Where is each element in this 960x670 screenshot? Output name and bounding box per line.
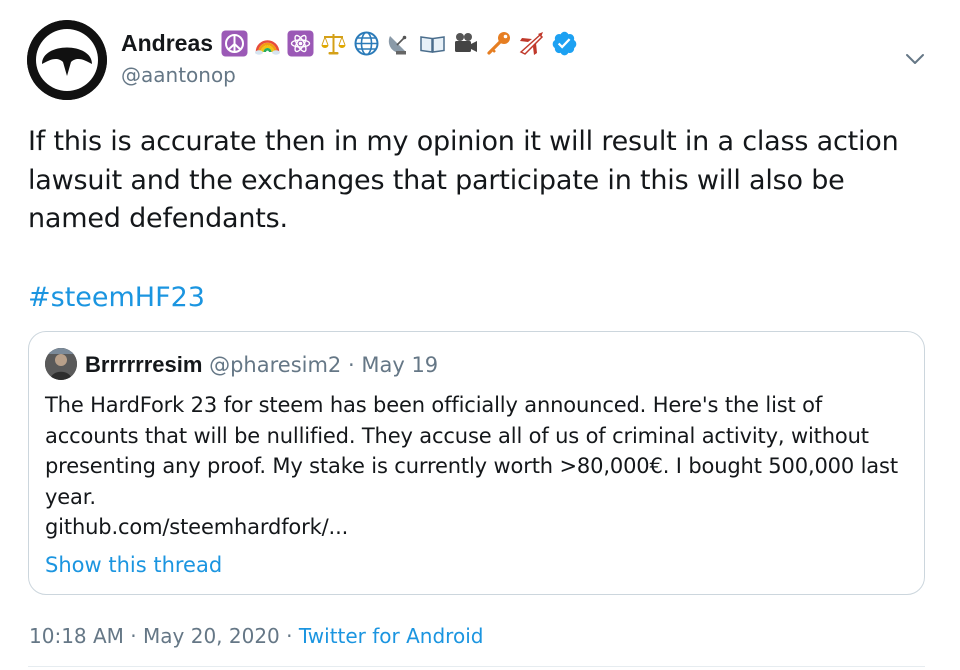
quoted-tweet-header: Brrrrrresim @pharesim2 · May 19 bbox=[85, 350, 438, 380]
globe-icon bbox=[353, 30, 380, 57]
verified-badge-icon bbox=[551, 30, 578, 57]
tweet-meta: 10:18 AM · May 20, 2020 · Twitter for An… bbox=[29, 621, 483, 651]
tweet-date[interactable]: May 20, 2020 bbox=[143, 624, 280, 648]
tweet: Andreas @aantonop If this is accurate th… bbox=[0, 0, 960, 670]
movie-camera-icon bbox=[452, 30, 479, 57]
quoted-date[interactable]: May 19 bbox=[361, 353, 438, 377]
show-thread-link[interactable]: Show this thread bbox=[45, 550, 222, 580]
tweet-source-link[interactable]: Twitter for Android bbox=[299, 624, 484, 648]
airplane-icon bbox=[518, 30, 545, 57]
balance-scale-icon bbox=[320, 30, 347, 57]
quoted-text-line: year. bbox=[45, 484, 96, 509]
quoted-text-line: accounts that will be nullified. They ac… bbox=[45, 423, 869, 448]
quoted-text-line: The HardFork 23 for steem has been offic… bbox=[45, 393, 823, 417]
quoted-author-avatar[interactable] bbox=[45, 348, 77, 380]
meta-separator: · bbox=[286, 624, 293, 648]
author-display-name[interactable]: Andreas bbox=[121, 30, 213, 57]
key-icon bbox=[485, 30, 512, 57]
chevron-down-icon bbox=[906, 54, 924, 64]
open-book-icon bbox=[419, 30, 446, 57]
quoted-handle[interactable]: @pharesim2 bbox=[209, 353, 341, 377]
tweet-text: If this is accurate then in my opinion i… bbox=[28, 126, 899, 234]
meta-separator: · bbox=[130, 624, 137, 648]
quoted-tweet-text: The HardFork 23 for steem has been offic… bbox=[45, 390, 915, 543]
peace-symbol-icon bbox=[221, 30, 248, 57]
satellite-dish-icon bbox=[386, 30, 413, 57]
hashtag-link[interactable]: #steemHF23 bbox=[28, 279, 205, 317]
author-name-row: Andreas bbox=[121, 27, 584, 59]
quoted-text-line: presenting any proof. My stake is curren… bbox=[45, 454, 898, 478]
atom-icon bbox=[287, 30, 314, 57]
quoted-tweet-card[interactable]: Brrrrrresim @pharesim2 · May 19 The Hard… bbox=[28, 331, 925, 595]
quoted-separator: · bbox=[347, 353, 355, 377]
tweet-menu-button[interactable] bbox=[900, 44, 930, 74]
author-handle[interactable]: @aantonop bbox=[121, 63, 236, 87]
quoted-display-name[interactable]: Brrrrrresim bbox=[85, 352, 202, 377]
tweet-time[interactable]: 10:18 AM bbox=[29, 624, 124, 648]
divider bbox=[28, 666, 925, 667]
author-avatar[interactable] bbox=[27, 20, 107, 100]
quoted-link-text: github.com/steemhardfork/... bbox=[45, 515, 349, 539]
rainbow-icon bbox=[254, 30, 281, 57]
